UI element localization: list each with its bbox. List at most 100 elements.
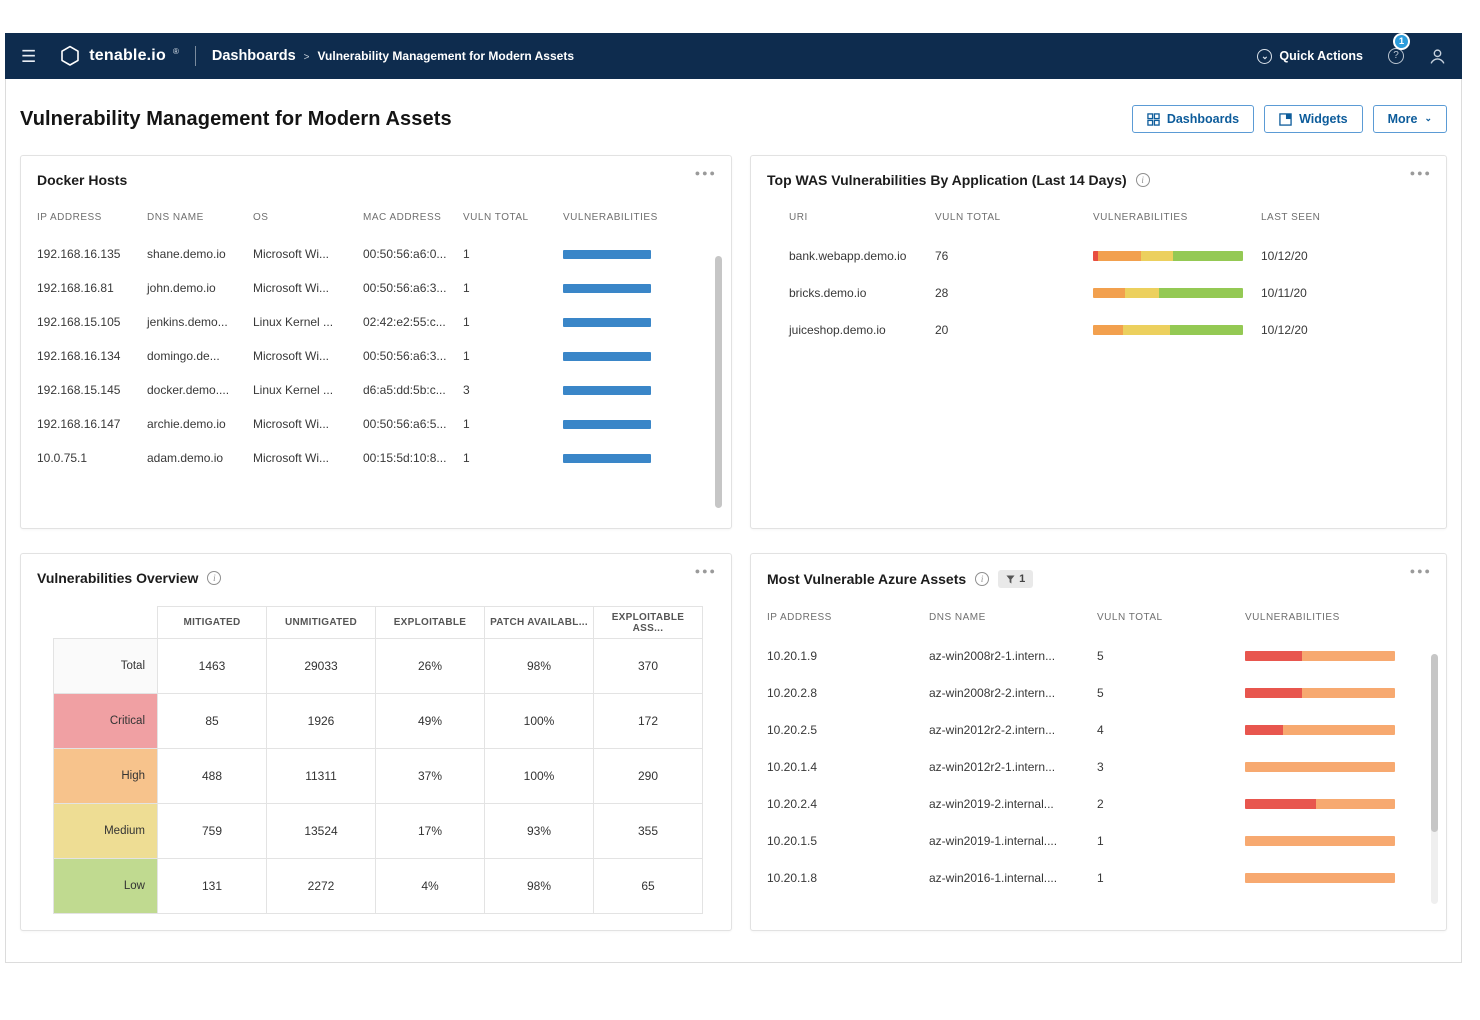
- cell-ip: 192.168.16.81: [37, 281, 147, 295]
- widget-menu-icon[interactable]: ●●●: [695, 168, 717, 178]
- cell-dns: az-win2019-1.internal....: [929, 834, 1097, 848]
- widget-menu-icon[interactable]: ●●●: [1410, 566, 1432, 576]
- widgets-button[interactable]: Widgets: [1264, 105, 1363, 133]
- widget-title: Top WAS Vulnerabilities By Application (…: [767, 172, 1127, 188]
- tenable-logo[interactable]: tenable.io®: [58, 44, 179, 68]
- table-row[interactable]: 10.20.1.8 az-win2016-1.internal.... 1: [767, 859, 1430, 896]
- cell-value[interactable]: 93%: [485, 804, 594, 859]
- cell-value[interactable]: 4%: [376, 859, 485, 914]
- table-row[interactable]: juiceshop.demo.io 20 10/12/20: [767, 311, 1430, 348]
- severity-label: High: [54, 749, 158, 804]
- quick-actions-button[interactable]: ⌄ Quick Actions: [1257, 49, 1363, 64]
- cell-ip: 10.20.1.9: [767, 649, 929, 663]
- cell-uri: bank.webapp.demo.io: [767, 249, 935, 263]
- notification-badge: 1: [1393, 33, 1410, 50]
- info-icon[interactable]: i: [207, 571, 221, 585]
- cell-value[interactable]: 11311: [267, 749, 376, 804]
- was-vulnerabilities-widget: Top WAS Vulnerabilities By Application (…: [750, 155, 1447, 529]
- cell-last-seen: 10/12/20: [1261, 249, 1430, 263]
- table-row[interactable]: 10.20.2.8 az-win2008r2-2.intern... 5: [767, 674, 1430, 711]
- vulnerabilities-overview-table: MITIGATED UNMITIGATED EXPLOITABLE PATCH …: [53, 606, 703, 914]
- cell-ip: 192.168.16.134: [37, 349, 147, 363]
- cell-value[interactable]: 100%: [485, 694, 594, 749]
- cell-vuln-total: 28: [935, 286, 1093, 300]
- tenable-hexagon-icon: [58, 44, 82, 68]
- more-button-label: More: [1388, 112, 1418, 126]
- was-vulnerabilities-table: URI VULN TOTAL VULNERABILITIES LAST SEEN…: [751, 212, 1446, 348]
- cell-value[interactable]: 37%: [376, 749, 485, 804]
- widget-title: Docker Hosts: [37, 172, 127, 188]
- cell-value[interactable]: 100%: [485, 749, 594, 804]
- table-row[interactable]: 10.0.75.1 adam.demo.io Microsoft Wi... 0…: [37, 441, 715, 475]
- dashboards-button[interactable]: Dashboards: [1132, 105, 1254, 133]
- table-row[interactable]: bricks.demo.io 28 10/11/20: [767, 274, 1430, 311]
- cell-value[interactable]: 172: [594, 694, 703, 749]
- cell-value[interactable]: 26%: [376, 639, 485, 694]
- cell-value[interactable]: 17%: [376, 804, 485, 859]
- info-icon[interactable]: i: [1136, 173, 1150, 187]
- cell-vuln-total: 2: [1097, 797, 1245, 811]
- cell-value[interactable]: 1926: [267, 694, 376, 749]
- column-header: VULNERABILITIES: [1093, 212, 1261, 223]
- table-row[interactable]: 192.168.16.135 shane.demo.io Microsoft W…: [37, 237, 715, 271]
- cell-mac: 00:50:56:a6:0...: [363, 247, 463, 261]
- cell-uri: juiceshop.demo.io: [767, 323, 935, 337]
- cell-value[interactable]: 49%: [376, 694, 485, 749]
- filter-badge[interactable]: 1: [998, 570, 1033, 588]
- cell-value[interactable]: 65: [594, 859, 703, 914]
- cell-value[interactable]: 290: [594, 749, 703, 804]
- info-icon[interactable]: i: [975, 572, 989, 586]
- widget-title: Most Vulnerable Azure Assets: [767, 571, 966, 587]
- table-row[interactable]: 10.20.1.4 az-win2012r2-1.intern... 3: [767, 748, 1430, 785]
- cell-value[interactable]: 2272: [267, 859, 376, 914]
- scrollbar[interactable]: [715, 256, 722, 508]
- cell-os: Microsoft Wi...: [253, 349, 363, 363]
- table-row[interactable]: 192.168.16.147 archie.demo.io Microsoft …: [37, 407, 715, 441]
- column-header: LAST SEEN: [1261, 212, 1430, 223]
- cell-dns: az-win2019-2.internal...: [929, 797, 1097, 811]
- cell-value[interactable]: 98%: [485, 639, 594, 694]
- table-row[interactable]: 10.20.1.5 az-win2019-1.internal.... 1: [767, 822, 1430, 859]
- cell-mac: 00:50:56:a6:3...: [363, 349, 463, 363]
- cell-ip: 192.168.15.105: [37, 315, 147, 329]
- table-row[interactable]: 192.168.16.81 john.demo.io Microsoft Wi.…: [37, 271, 715, 305]
- table-row[interactable]: 10.20.1.9 az-win2008r2-1.intern... 5: [767, 637, 1430, 674]
- column-header: MAC ADDRESS: [363, 212, 463, 223]
- more-button[interactable]: More ⌄: [1373, 105, 1447, 133]
- scrollbar[interactable]: [1431, 654, 1438, 832]
- brand-registered-mark: ®: [173, 47, 179, 56]
- table-row[interactable]: 192.168.15.105 jenkins.demo... Linux Ker…: [37, 305, 715, 339]
- table-row[interactable]: 192.168.16.134 domingo.de... Microsoft W…: [37, 339, 715, 373]
- breadcrumb-dashboards-link[interactable]: Dashboards: [212, 48, 296, 64]
- table-row[interactable]: 10.20.2.5 az-win2012r2-2.intern... 4: [767, 711, 1430, 748]
- chevron-circle-icon: ⌄: [1257, 49, 1272, 64]
- widget-menu-icon[interactable]: ●●●: [695, 566, 717, 576]
- severity-stacked-bar: [1093, 251, 1243, 261]
- table-row[interactable]: 10.20.2.4 az-win2019-2.internal... 2: [767, 785, 1430, 822]
- table-row[interactable]: bank.webapp.demo.io 76 10/12/20: [767, 237, 1430, 274]
- cell-ip: 10.20.1.8: [767, 871, 929, 885]
- cell-value[interactable]: 355: [594, 804, 703, 859]
- user-icon[interactable]: [1429, 48, 1446, 65]
- cell-value[interactable]: 13524: [267, 804, 376, 859]
- top-navbar: ☰ tenable.io® Dashboards > Vulnerability…: [5, 33, 1462, 79]
- vulnerability-bar: [563, 250, 651, 259]
- cell-value[interactable]: 29033: [267, 639, 376, 694]
- widgets-grid: Docker Hosts ●●● IP ADDRESS DNS NAME OS …: [6, 155, 1461, 931]
- cell-value[interactable]: 759: [158, 804, 267, 859]
- hamburger-menu-icon[interactable]: ☰: [21, 48, 36, 65]
- widget-header: Docker Hosts: [21, 156, 731, 194]
- widget-menu-icon[interactable]: ●●●: [1410, 168, 1432, 178]
- breadcrumb-current-page: Vulnerability Management for Modern Asse…: [318, 49, 575, 63]
- table-row[interactable]: 192.168.15.145 docker.demo.... Linux Ker…: [37, 373, 715, 407]
- severity-stacked-bar: [1245, 836, 1395, 846]
- cell-value[interactable]: 488: [158, 749, 267, 804]
- cell-value[interactable]: 131: [158, 859, 267, 914]
- cell-value[interactable]: 370: [594, 639, 703, 694]
- cell-value[interactable]: 98%: [485, 859, 594, 914]
- help-button[interactable]: 1 ?: [1387, 47, 1405, 65]
- cell-value[interactable]: 1463: [158, 639, 267, 694]
- cell-vuln-total: 1: [1097, 834, 1245, 848]
- column-header: VULNERABILITIES: [563, 212, 715, 223]
- cell-value[interactable]: 85: [158, 694, 267, 749]
